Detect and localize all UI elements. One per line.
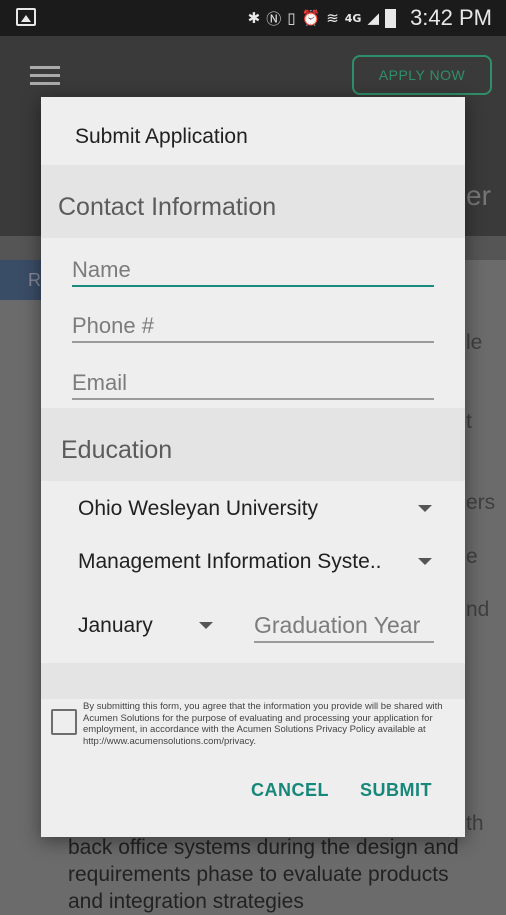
dialog-title: Submit Application bbox=[75, 125, 248, 148]
university-dropdown-icon[interactable] bbox=[418, 505, 432, 512]
background-text-2: t bbox=[466, 410, 472, 433]
major-select[interactable]: Management Information Syste.. bbox=[78, 550, 438, 574]
contact-information-header: Contact Information bbox=[41, 165, 465, 238]
month-dropdown-icon[interactable] bbox=[199, 622, 213, 629]
email-placeholder: Email bbox=[72, 370, 128, 395]
cancel-button[interactable]: CANCEL bbox=[251, 780, 329, 801]
battery-icon bbox=[385, 8, 396, 28]
education-header: Education bbox=[41, 408, 465, 481]
name-placeholder: Name bbox=[72, 257, 131, 282]
email-field[interactable]: Email bbox=[72, 366, 434, 400]
background-text-4: e bbox=[466, 545, 478, 568]
background-line: and integration strategies bbox=[68, 890, 304, 913]
status-icons: ✱ Ⓝ ▯ ⏰ ≋ 4G ◢ bbox=[248, 6, 396, 30]
alarm-icon: ⏰ bbox=[301, 9, 321, 27]
background-line: requirements phase to evaluate products bbox=[68, 863, 449, 886]
graduation-year-field[interactable]: Graduation Year bbox=[254, 609, 434, 643]
university-value: Ohio Wesleyan University bbox=[78, 497, 319, 520]
apply-now-button: APPLY NOW bbox=[352, 55, 492, 95]
wifi-icon: ≋ bbox=[326, 9, 339, 27]
nfc-icon: Ⓝ bbox=[266, 9, 282, 28]
phone-placeholder: Phone # bbox=[72, 313, 154, 338]
gallery-notification-icon bbox=[16, 8, 36, 26]
university-select[interactable]: Ohio Wesleyan University bbox=[78, 497, 438, 521]
consent-text: By submitting this form, you agree that … bbox=[83, 701, 443, 747]
background-text-5: nd bbox=[466, 598, 490, 621]
status-time: 3:42 PM bbox=[410, 5, 492, 30]
major-dropdown-icon[interactable] bbox=[418, 558, 432, 565]
background-paragraph: back office systems during the design an… bbox=[68, 834, 498, 915]
status-bar: ✱ Ⓝ ▯ ⏰ ≋ 4G ◢ 3:42 PM bbox=[0, 0, 506, 36]
network-type-label: 4G bbox=[344, 11, 362, 25]
background-text-3: ers bbox=[466, 491, 496, 514]
background-line: back office systems during the design an… bbox=[68, 836, 459, 859]
background-header-fragment: er bbox=[466, 180, 491, 211]
contact-information-heading: Contact Information bbox=[58, 193, 277, 221]
major-value: Management Information Syste.. bbox=[78, 550, 382, 573]
signal-icon: ◢ bbox=[367, 9, 379, 27]
menu-icon bbox=[30, 66, 60, 86]
graduation-year-placeholder: Graduation Year bbox=[254, 612, 421, 638]
name-field[interactable]: Name bbox=[72, 253, 434, 287]
submit-application-dialog: Submit Application Contact Information N… bbox=[41, 97, 465, 837]
section-divider bbox=[41, 663, 465, 699]
month-value: January bbox=[78, 614, 153, 637]
consent-checkbox[interactable] bbox=[51, 709, 77, 735]
background-text-1: le bbox=[466, 331, 483, 354]
bluetooth-icon: ✱ bbox=[247, 9, 261, 27]
education-heading: Education bbox=[61, 436, 173, 464]
submit-button[interactable]: SUBMIT bbox=[360, 780, 432, 801]
vibrate-icon: ▯ bbox=[287, 9, 296, 27]
phone-field[interactable]: Phone # bbox=[72, 309, 434, 343]
background-text-6: th bbox=[466, 812, 484, 835]
